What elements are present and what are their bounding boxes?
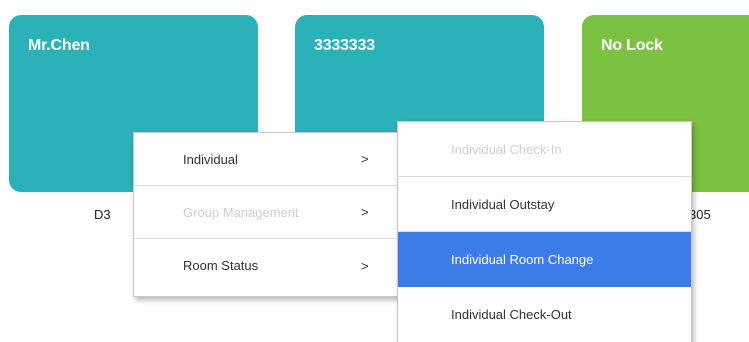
room-number: D3 — [94, 207, 111, 222]
menu-item-group-management: Group Management > — [134, 186, 398, 239]
submenu-arrow-icon: > — [361, 204, 369, 220]
menu-item-label: Individual Check-In — [451, 141, 562, 157]
menu-item-label: Group Management — [183, 204, 299, 220]
room-name: 3333333 — [314, 37, 375, 54]
room-name: Mr.Chen — [28, 37, 90, 54]
submenu-item-check-out[interactable]: Individual Check-Out — [398, 287, 691, 342]
submenu-arrow-icon: > — [361, 151, 369, 167]
menu-item-room-status[interactable]: Room Status > — [134, 239, 398, 292]
context-menu: Individual > Group Management > Room Sta… — [133, 132, 399, 297]
submenu-arrow-icon: > — [361, 258, 369, 273]
menu-item-individual[interactable]: Individual > — [134, 133, 398, 186]
menu-item-label: Individual Room Change — [451, 251, 594, 267]
room-name: No Lock — [601, 37, 663, 54]
submenu-item-check-in: Individual Check-In — [398, 122, 691, 177]
room-grid: Mr.Chen 3333333 No Lock D3 305 Individua… — [0, 0, 749, 342]
menu-item-label: Individual Check-Out — [451, 307, 572, 322]
menu-item-label: Room Status — [183, 258, 259, 273]
menu-item-label: Individual — [183, 151, 238, 167]
room-number: 305 — [689, 207, 711, 222]
submenu-item-outstay[interactable]: Individual Outstay — [398, 177, 691, 232]
submenu-item-room-change[interactable]: Individual Room Change — [398, 232, 691, 287]
menu-item-label: Individual Outstay — [451, 196, 555, 212]
individual-submenu: Individual Check-In Individual Outstay I… — [397, 121, 692, 342]
